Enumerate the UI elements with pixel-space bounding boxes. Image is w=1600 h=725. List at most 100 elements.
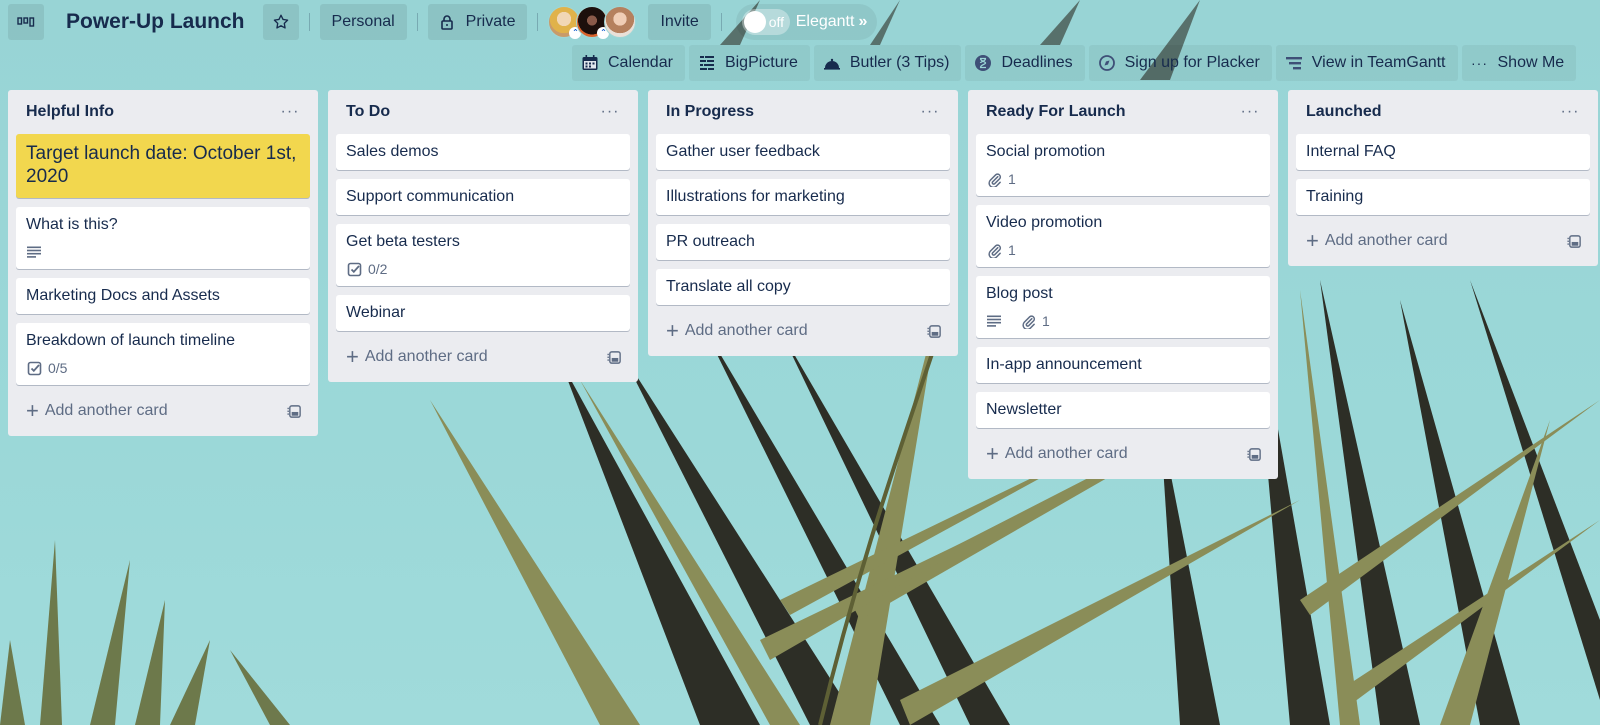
butler-bell-icon <box>822 53 842 73</box>
header-divider <box>720 13 722 31</box>
card[interactable]: Get beta testers 0/2 <box>336 224 630 286</box>
powerup-placker-button[interactable]: Sign up for Placker <box>1088 45 1272 81</box>
plus-icon: + <box>986 441 999 466</box>
invite-button[interactable]: Invite <box>648 4 711 40</box>
plus-icon: + <box>1306 228 1319 253</box>
card-title: Target launch date: October 1st, 2020 <box>26 143 297 187</box>
add-card-label: Add another card <box>1004 445 1128 462</box>
card-badges: 0/5 <box>26 359 300 377</box>
elegantt-label[interactable]: Elegantt <box>796 13 855 31</box>
privacy-button[interactable]: Private <box>427 4 528 40</box>
list-header[interactable]: Ready For Launch ··· <box>976 90 1270 134</box>
team-visibility-button[interactable]: Personal <box>319 4 407 40</box>
card-template-icon[interactable] <box>1246 446 1262 462</box>
card[interactable]: What is this? <box>16 207 310 269</box>
checklist-icon <box>346 261 362 277</box>
calendar-icon <box>580 53 600 73</box>
powerup-deadlines-button[interactable]: Deadlines <box>965 45 1085 81</box>
badge-count: 1 <box>1008 171 1016 187</box>
attachment-badge: 1 <box>986 171 1016 187</box>
list-menu-icon[interactable]: ··· <box>278 103 302 121</box>
board-title[interactable]: Power-Up Launch <box>48 4 263 40</box>
list-header[interactable]: Launched ··· <box>1296 90 1590 134</box>
card[interactable]: Training <box>1296 179 1590 215</box>
checklist-badge: 0/5 <box>26 360 67 376</box>
card[interactable]: PR outreach <box>656 224 950 260</box>
card-template-icon[interactable] <box>286 403 302 419</box>
card[interactable]: Support communication <box>336 179 630 215</box>
card[interactable]: In-app announcement <box>976 347 1270 383</box>
star-icon <box>273 14 288 29</box>
add-card-label: Add another card <box>44 402 168 419</box>
list-to-do: To Do ··· Sales demos Support communication… <box>328 90 638 382</box>
list-header[interactable]: Helpful Info ··· <box>16 90 310 134</box>
card-template-icon[interactable] <box>1566 233 1582 249</box>
card[interactable]: Video promotion 1 <box>976 205 1270 267</box>
card[interactable]: Illustrations for marketing <box>656 179 950 215</box>
card[interactable]: Blog post 1 <box>976 276 1270 338</box>
attachment-icon <box>986 171 1002 187</box>
list-title[interactable]: Launched <box>1306 103 1382 121</box>
card-title: In-app announcement <box>986 356 1142 373</box>
powerup-butler-button[interactable]: Butler (3 Tips) <box>813 45 962 81</box>
add-card-row: + Add another card <box>16 392 310 430</box>
card[interactable]: Target launch date: October 1st, 2020 <box>16 134 310 198</box>
plus-icon: + <box>26 398 39 423</box>
more-icon: ··· <box>1471 55 1488 71</box>
list-menu-icon[interactable]: ··· <box>1238 103 1262 121</box>
powerup-bar: Calendar BigPicture Butler (3 Tips) Dead… <box>572 45 1580 81</box>
card[interactable]: Internal FAQ <box>1296 134 1590 170</box>
elegantt-toggle[interactable]: off <box>741 9 790 35</box>
header-divider <box>308 13 310 31</box>
card[interactable]: Webinar <box>336 295 630 331</box>
card[interactable]: Breakdown of launch timeline 0/5 <box>16 323 310 385</box>
avatar[interactable] <box>604 6 637 38</box>
card[interactable]: Marketing Docs and Assets <box>16 278 310 314</box>
card-template-icon[interactable] <box>926 323 942 339</box>
add-card-button[interactable]: + Add another card <box>666 320 808 342</box>
checklist-icon <box>26 360 42 376</box>
powerup-calendar-button[interactable]: Calendar <box>572 45 685 81</box>
powerup-bigpicture-button[interactable]: BigPicture <box>688 45 810 81</box>
list-title[interactable]: To Do <box>346 103 390 121</box>
attachment-icon <box>986 242 1002 258</box>
list-launched: Launched ··· Internal FAQ Training + Add anot… <box>1288 90 1598 266</box>
teamgantt-icon <box>1284 53 1304 73</box>
add-card-label: Add another card <box>364 348 488 365</box>
add-card-button[interactable]: + Add another card <box>26 400 168 422</box>
board-menu-button[interactable] <box>8 4 44 40</box>
list-menu-icon[interactable]: ··· <box>1558 103 1582 121</box>
list-header[interactable]: In Progress ··· <box>656 90 950 134</box>
powerup-label: View in TeamGantt <box>1311 54 1446 71</box>
card-title: What is this? <box>26 216 118 233</box>
card[interactable]: Social promotion 1 <box>976 134 1270 196</box>
list-title[interactable]: Helpful Info <box>26 103 114 121</box>
powerup-label: Butler (3 Tips) <box>849 54 950 71</box>
powerup-label: BigPicture <box>724 54 798 71</box>
add-card-row: + Add another card <box>656 312 950 350</box>
add-card-button[interactable]: + Add another card <box>986 443 1128 465</box>
list-menu-icon[interactable]: ··· <box>918 103 942 121</box>
list-header[interactable]: To Do ··· <box>336 90 630 134</box>
powerup-teamgantt-button[interactable]: View in TeamGantt <box>1275 45 1458 81</box>
show-menu-button[interactable]: ··· Show Me <box>1461 45 1577 81</box>
list-title[interactable]: In Progress <box>666 103 754 121</box>
star-button[interactable] <box>262 4 299 40</box>
add-card-button[interactable]: + Add another card <box>1306 230 1448 252</box>
description-icon <box>26 244 42 260</box>
card[interactable]: Sales demos <box>336 134 630 170</box>
card[interactable]: Gather user feedback <box>656 134 950 170</box>
list-ready-for-launch: Ready For Launch ··· Social promotion 1 Vide… <box>968 90 1278 479</box>
list-menu-icon[interactable]: ··· <box>598 103 622 121</box>
card[interactable]: Newsletter <box>976 392 1270 428</box>
board-icon <box>17 17 35 27</box>
card[interactable]: Translate all copy <box>656 269 950 305</box>
card-title: Gather user feedback <box>666 143 820 160</box>
add-card-button[interactable]: + Add another card <box>346 346 488 368</box>
list-title[interactable]: Ready For Launch <box>986 103 1126 121</box>
board-canvas: Helpful Info ··· Target launch date: Octob… <box>8 90 1600 479</box>
card-template-icon[interactable] <box>606 349 622 365</box>
list-helpful-info: Helpful Info ··· Target launch date: Octob… <box>8 90 318 436</box>
placker-icon <box>1097 53 1117 73</box>
double-chevron-right-icon[interactable]: » <box>858 13 867 31</box>
